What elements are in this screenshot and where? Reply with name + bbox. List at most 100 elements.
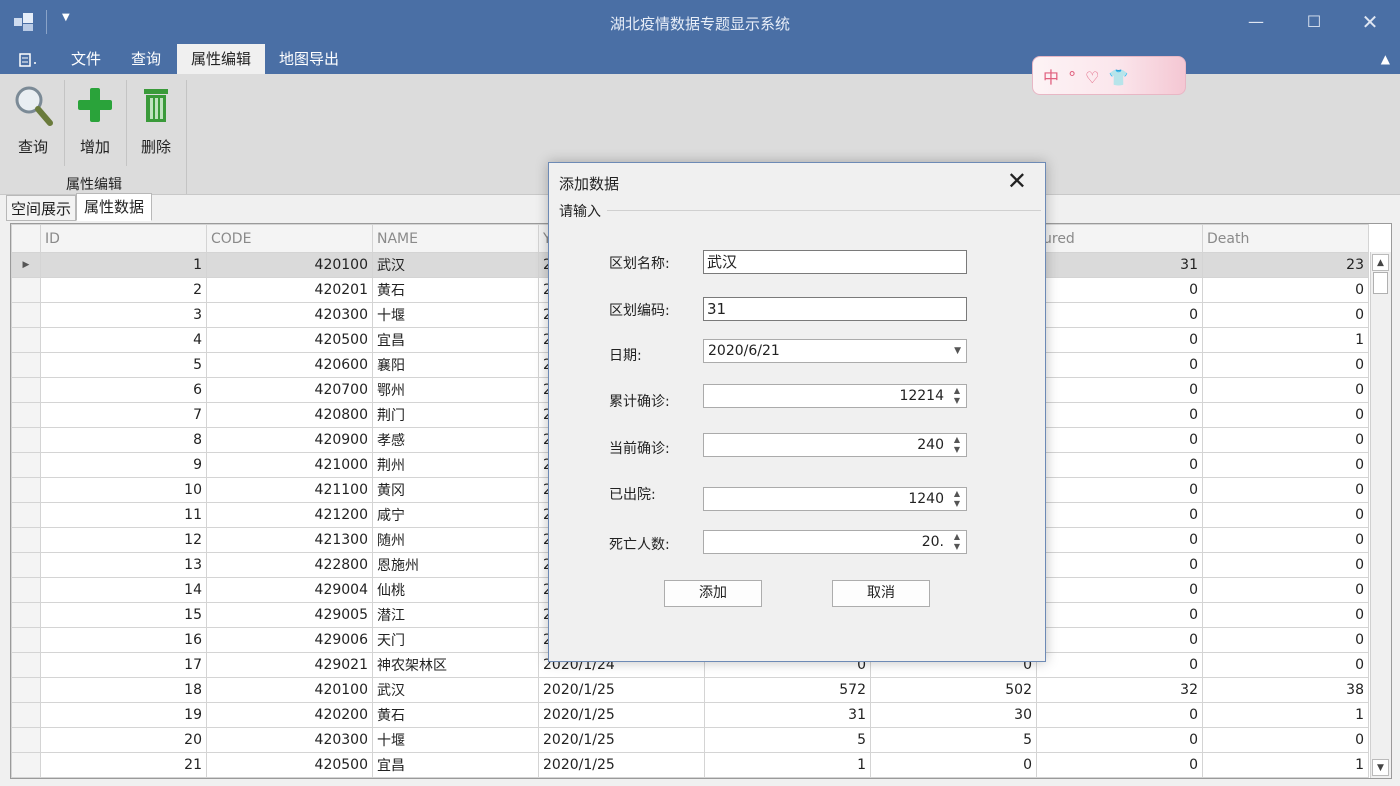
- table-cell[interactable]: 0: [1202, 602, 1369, 628]
- table-cell[interactable]: 0: [1202, 527, 1369, 553]
- table-cell[interactable]: 2020/1/25: [538, 677, 705, 703]
- row-indicator[interactable]: [11, 627, 41, 653]
- total-confirmed-stepper[interactable]: 12214 ▲ ▼: [703, 384, 967, 408]
- table-cell[interactable]: 0: [1036, 652, 1203, 678]
- row-indicator[interactable]: [11, 577, 41, 603]
- row-indicator[interactable]: [11, 727, 41, 753]
- tab-spatial-view[interactable]: 空间展示: [6, 195, 76, 221]
- table-cell[interactable]: 仙桃: [372, 577, 539, 603]
- table-cell[interactable]: 0: [1036, 377, 1203, 403]
- table-cell[interactable]: 十堰: [372, 727, 539, 753]
- table-cell[interactable]: 6: [40, 377, 207, 403]
- table-cell[interactable]: 18: [40, 677, 207, 703]
- table-cell[interactable]: 襄阳: [372, 352, 539, 378]
- table-cell[interactable]: 5: [870, 727, 1037, 753]
- table-cell[interactable]: 0: [1202, 652, 1369, 678]
- table-cell[interactable]: 2020/1/25: [538, 752, 705, 778]
- table-cell[interactable]: 32: [1036, 677, 1203, 703]
- chevron-down-icon[interactable]: ▼: [954, 340, 961, 362]
- table-cell[interactable]: 1: [1202, 327, 1369, 353]
- table-cell[interactable]: 429006: [206, 627, 373, 653]
- column-header-death[interactable]: Death: [1202, 224, 1369, 253]
- table-cell[interactable]: 429005: [206, 602, 373, 628]
- table-cell[interactable]: 420201: [206, 277, 373, 303]
- table-cell[interactable]: 天门: [372, 627, 539, 653]
- row-indicator[interactable]: [11, 677, 41, 703]
- table-cell[interactable]: 420500: [206, 327, 373, 353]
- table-cell[interactable]: 2020/1/25: [538, 727, 705, 753]
- cancel-button[interactable]: 取消: [832, 580, 930, 607]
- table-cell[interactable]: 0: [1036, 402, 1203, 428]
- table-cell[interactable]: 十堰: [372, 302, 539, 328]
- tab-map-export[interactable]: 地图导出: [268, 44, 350, 74]
- table-cell[interactable]: 1: [1202, 702, 1369, 728]
- table-cell[interactable]: 38: [1202, 677, 1369, 703]
- table-cell[interactable]: 0: [1036, 352, 1203, 378]
- table-cell[interactable]: 随州: [372, 527, 539, 553]
- table-cell[interactable]: 咸宁: [372, 502, 539, 528]
- ime-toolbar[interactable]: 中 ° ♡ 👕: [1032, 56, 1186, 95]
- table-cell[interactable]: 荆州: [372, 452, 539, 478]
- table-cell[interactable]: 5: [704, 727, 871, 753]
- column-header-name[interactable]: NAME: [372, 224, 539, 253]
- tab-attribute-data[interactable]: 属性数据: [76, 193, 152, 221]
- region-code-input[interactable]: 31: [703, 297, 967, 321]
- column-header-id[interactable]: ID: [40, 224, 207, 253]
- row-indicator[interactable]: [11, 527, 41, 553]
- table-cell[interactable]: 0: [1036, 602, 1203, 628]
- table-cell[interactable]: 31: [704, 702, 871, 728]
- region-name-input[interactable]: 武汉: [703, 250, 967, 274]
- table-cell[interactable]: 13: [40, 552, 207, 578]
- row-indicator[interactable]: [11, 502, 41, 528]
- row-indicator[interactable]: [11, 452, 41, 478]
- app-menu-button[interactable]: [8, 44, 48, 74]
- table-cell[interactable]: 0: [1036, 302, 1203, 328]
- table-cell[interactable]: 429021: [206, 652, 373, 678]
- table-cell[interactable]: 1: [704, 752, 871, 778]
- spin-arrows-icon[interactable]: ▲ ▼: [951, 435, 963, 455]
- table-cell[interactable]: 420100: [206, 677, 373, 703]
- table-cell[interactable]: 0: [1202, 477, 1369, 503]
- table-cell[interactable]: 0: [1036, 477, 1203, 503]
- table-cell[interactable]: 0: [1036, 527, 1203, 553]
- column-header-code[interactable]: CODE: [206, 224, 373, 253]
- table-cell[interactable]: 0: [1036, 752, 1203, 778]
- table-cell[interactable]: 0: [1036, 702, 1203, 728]
- table-cell[interactable]: 502: [870, 677, 1037, 703]
- table-cell[interactable]: 潜江: [372, 602, 539, 628]
- table-cell[interactable]: 0: [1202, 452, 1369, 478]
- table-cell[interactable]: 20: [40, 727, 207, 753]
- table-cell[interactable]: 0: [1202, 502, 1369, 528]
- row-indicator[interactable]: [11, 602, 41, 628]
- table-cell[interactable]: 420600: [206, 352, 373, 378]
- vertical-scrollbar[interactable]: ▲ ▼: [1370, 252, 1391, 778]
- row-indicator[interactable]: [11, 402, 41, 428]
- table-cell[interactable]: 420500: [206, 752, 373, 778]
- table-cell[interactable]: 0: [1036, 502, 1203, 528]
- table-cell[interactable]: 宜昌: [372, 327, 539, 353]
- row-indicator[interactable]: [11, 302, 41, 328]
- table-cell[interactable]: 武汉: [372, 252, 539, 278]
- table-cell[interactable]: 1: [40, 252, 207, 278]
- row-indicator[interactable]: [11, 652, 41, 678]
- table-cell[interactable]: 420200: [206, 702, 373, 728]
- table-cell[interactable]: 0: [1202, 577, 1369, 603]
- table-cell[interactable]: 421300: [206, 527, 373, 553]
- column-header-cured[interactable]: ured: [1036, 224, 1203, 253]
- current-confirmed-stepper[interactable]: 240 ▲ ▼: [703, 433, 967, 457]
- table-cell[interactable]: 荆门: [372, 402, 539, 428]
- table-cell[interactable]: 8: [40, 427, 207, 453]
- table-cell[interactable]: 黄冈: [372, 477, 539, 503]
- table-cell[interactable]: 1: [1202, 752, 1369, 778]
- tab-query[interactable]: 查询: [118, 44, 174, 74]
- add-button[interactable]: 增加: [69, 82, 121, 162]
- table-cell[interactable]: 2020/1/25: [538, 702, 705, 728]
- row-indicator[interactable]: [11, 552, 41, 578]
- row-indicator[interactable]: [11, 752, 41, 778]
- table-row[interactable]: 18 420100 武汉 2020/1/25 572 502 32 38: [11, 677, 1369, 703]
- table-cell[interactable]: 0: [1202, 302, 1369, 328]
- collapse-ribbon-icon[interactable]: ▲: [1381, 52, 1390, 66]
- delete-button[interactable]: 删除: [130, 82, 182, 162]
- table-cell[interactable]: 422800: [206, 552, 373, 578]
- table-cell[interactable]: 0: [1202, 552, 1369, 578]
